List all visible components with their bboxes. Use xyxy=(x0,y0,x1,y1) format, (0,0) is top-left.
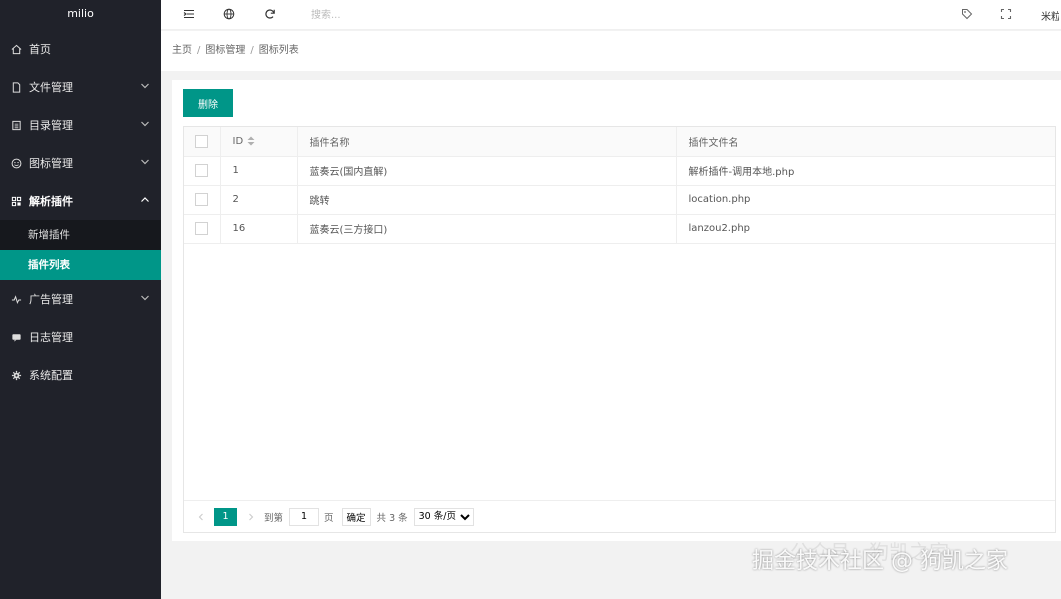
breadcrumb-icon-management[interactable]: 图标管理 xyxy=(205,45,245,56)
watermark: 掘金技术社区 @ 狗凯之家 xyxy=(752,549,1008,574)
cell-id: 1 xyxy=(220,156,298,186)
cell-filename: 解析插件-调用本地.php xyxy=(676,156,1055,186)
column-header-filename: 插件文件名 xyxy=(676,127,1055,157)
tag-icon[interactable] xyxy=(961,8,973,20)
fullscreen-icon[interactable] xyxy=(1000,8,1012,20)
chevron-left-icon[interactable] xyxy=(194,510,208,524)
table-row[interactable]: 1 蓝奏云(国内直解) 解析插件-调用本地.php xyxy=(184,156,1055,186)
row-checkbox[interactable] xyxy=(195,222,208,235)
cell-id: 2 xyxy=(220,185,298,215)
header-checkbox-cell xyxy=(184,127,221,157)
page-current[interactable]: 1 xyxy=(214,507,237,526)
smiley-icon xyxy=(10,157,22,169)
pagination: 1 到第 页 确定 共 3 条 30 条/页 xyxy=(184,500,1055,532)
sidebar-item-label: 系统配置 xyxy=(29,369,73,382)
pulse-icon xyxy=(10,293,22,305)
total-count: 共 3 条 xyxy=(376,512,408,524)
column-header-name: 插件名称 xyxy=(297,127,677,157)
file-icon xyxy=(10,81,22,93)
column-header-label: ID xyxy=(232,135,244,147)
breadcrumb: 主页 / 图标管理 / 图标列表 xyxy=(161,31,1061,71)
breadcrumb-separator: / xyxy=(197,45,201,56)
chevron-down-icon xyxy=(141,83,149,89)
table-row[interactable]: 16 蓝奏云(三方接口) lanzou2.php xyxy=(184,214,1055,244)
cell-name: 蓝奏云(三方接口) xyxy=(297,214,677,244)
plugin-table: ID 插件名称 插件文件名 1 蓝奏云(国内直解) 解析插件-调用本地.php … xyxy=(183,126,1056,533)
row-checkbox-cell xyxy=(184,185,221,215)
goto-page-input[interactable] xyxy=(289,507,320,526)
goto-label: 到第 xyxy=(264,512,284,524)
sidebar-item-home[interactable]: 首页 xyxy=(0,30,161,68)
cell-id: 16 xyxy=(220,214,298,244)
sidebar-item-directories[interactable]: 目录管理 xyxy=(0,106,161,144)
breadcrumb-separator: / xyxy=(250,45,254,56)
row-checkbox[interactable] xyxy=(195,164,208,177)
sidebar: milio 首页 文件管理 目录管理 图标管理 解析插件 新增插件 插件列表 广… xyxy=(0,0,161,599)
app-grid-icon xyxy=(10,195,22,207)
row-checkbox[interactable] xyxy=(195,193,208,206)
refresh-icon[interactable] xyxy=(264,8,276,20)
sidebar-item-label: 目录管理 xyxy=(29,119,73,132)
list-icon xyxy=(10,119,22,131)
top-header: 米粒 xyxy=(161,0,1061,30)
chevron-down-icon xyxy=(141,295,149,301)
chevron-down-icon xyxy=(141,121,149,127)
globe-icon[interactable] xyxy=(223,8,235,20)
app-logo[interactable]: milio xyxy=(0,0,161,30)
sidebar-item-plugins[interactable]: 解析插件 xyxy=(0,182,161,220)
chat-icon xyxy=(10,331,22,343)
goto-confirm-button[interactable]: 确定 xyxy=(341,507,371,526)
sidebar-item-label: 文件管理 xyxy=(29,81,73,94)
page-unit-label: 页 xyxy=(324,512,334,524)
table-header-row: ID 插件名称 插件文件名 xyxy=(184,127,1055,157)
sidebar-item-icons[interactable]: 图标管理 xyxy=(0,144,161,182)
breadcrumb-home[interactable]: 主页 xyxy=(172,45,192,56)
search-input[interactable] xyxy=(311,6,431,24)
delete-button[interactable]: 删除 xyxy=(183,89,233,117)
sidebar-item-label: 解析插件 xyxy=(29,195,73,208)
page-size-select[interactable]: 30 条/页 xyxy=(413,507,474,526)
select-all-checkbox[interactable] xyxy=(195,134,208,148)
row-checkbox-cell xyxy=(184,156,221,186)
cell-filename: lanzou2.php xyxy=(676,214,1055,244)
sidebar-item-label: 广告管理 xyxy=(29,293,73,306)
sidebar-subitem-plugin-list[interactable]: 插件列表 xyxy=(0,250,161,280)
user-menu[interactable]: 米粒 xyxy=(1041,8,1059,23)
sidebar-item-settings[interactable]: 系统配置 xyxy=(0,356,161,394)
gear-icon xyxy=(10,369,22,381)
sidebar-item-label: 图标管理 xyxy=(29,157,73,170)
cell-filename: location.php xyxy=(676,185,1055,215)
column-header-id[interactable]: ID xyxy=(220,127,298,157)
chevron-down-icon xyxy=(141,159,149,165)
sidebar-submenu-plugins: 新增插件 插件列表 xyxy=(0,220,161,280)
breadcrumb-current: 图标列表 xyxy=(258,45,299,56)
sidebar-item-label: 日志管理 xyxy=(29,331,73,344)
sidebar-item-logs[interactable]: 日志管理 xyxy=(0,318,161,356)
row-checkbox-cell xyxy=(184,214,221,244)
content-card: 删除 ID 插件名称 插件文件名 1 蓝奏云(国内直解) 解析插件-调用本地.p… xyxy=(172,80,1061,541)
cell-name: 蓝奏云(国内直解) xyxy=(297,156,677,186)
table-row[interactable]: 2 跳转 location.php xyxy=(184,185,1055,215)
sidebar-item-label: 首页 xyxy=(29,43,51,56)
chevron-right-icon[interactable] xyxy=(244,510,258,524)
chevron-up-icon xyxy=(141,197,149,202)
sidebar-item-files[interactable]: 文件管理 xyxy=(0,68,161,106)
sidebar-subitem-add-plugin[interactable]: 新增插件 xyxy=(0,220,161,250)
sort-icon[interactable] xyxy=(247,136,255,146)
home-icon xyxy=(10,43,22,55)
cell-name: 跳转 xyxy=(297,185,677,215)
menu-toggle-icon[interactable] xyxy=(183,8,195,20)
sidebar-item-ads[interactable]: 广告管理 xyxy=(0,280,161,318)
